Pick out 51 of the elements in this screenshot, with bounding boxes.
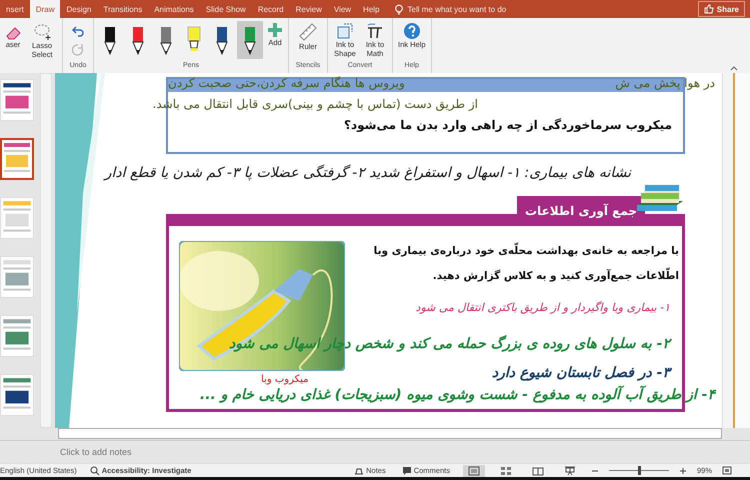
reading-view-icon <box>532 466 544 476</box>
view-button[interactable] <box>462 464 485 477</box>
ribbon-tab[interactable]: Draw <box>30 0 60 18</box>
share-button[interactable]: Share <box>698 1 745 17</box>
slide-thumbnail[interactable] <box>0 138 34 180</box>
undo-icon <box>72 24 84 37</box>
slider-thumb[interactable] <box>638 466 641 476</box>
pen-icon <box>214 25 230 55</box>
slide-text: در هوا پخش می ش <box>615 76 715 90</box>
search-field[interactable]: Tell me what you want to do <box>408 4 506 14</box>
pen-icon <box>130 25 146 55</box>
scrollbar[interactable] <box>58 428 722 440</box>
pen-icon <box>242 25 258 55</box>
ribbon-tab[interactable]: View <box>328 0 358 18</box>
normal-view-icon <box>468 466 480 476</box>
slide-sorter-icon <box>500 466 512 476</box>
ribbon-tab[interactable]: Record <box>252 0 290 18</box>
notes-placeholder: Click to add notes <box>60 446 132 457</box>
pen-icon <box>102 25 118 55</box>
zoom-in-icon[interactable] <box>678 466 687 475</box>
ink-annotation: نشانه های بیماری: ۱- اسهال و استفراغ شدید ۲- گرفتگی عضلات پا ۳- کم شدن یا قطع ادار <box>104 165 631 181</box>
ribbon-tab[interactable]: Animations <box>148 0 200 18</box>
thumbs-up-icon <box>704 4 714 14</box>
help-icon <box>402 22 421 40</box>
ribbon-tab[interactable]: nsert <box>0 0 30 18</box>
ink-annotation: ۴- از طریق آب آلوده به مدفوع - شست وشوی میوه (سبزیجات) غذای دریایی خام و ... <box>200 387 715 403</box>
pen-button[interactable] <box>237 21 263 59</box>
slideshow-icon <box>564 466 576 476</box>
plus-icon <box>267 22 283 38</box>
slide-text: ویروس ها هنگام سرفه کردن،حتی صحبت کردن <box>168 76 405 90</box>
ruler-icon <box>298 22 318 42</box>
lasso-icon <box>33 22 51 41</box>
notes-icon <box>354 466 364 476</box>
redo-icon <box>72 43 84 56</box>
collapse-icon[interactable] <box>730 65 738 71</box>
question-text: میکروب سرماخوردگی از چه راهی وارد بدن ما می‌شود؟ <box>344 118 672 132</box>
ribbon-tab[interactable]: Slide Show <box>200 0 252 18</box>
ribbon-tab[interactable]: Help <box>357 0 386 18</box>
ribbon-tab[interactable]: Transitions <box>97 0 148 18</box>
lightbulb-icon <box>394 4 404 14</box>
ink-annotation: ۱- بیماری وبا واگیردار و از طریق باکتری انتقال می شود <box>416 301 670 314</box>
pi-icon <box>366 22 384 40</box>
fit-slide-icon[interactable] <box>722 466 732 476</box>
ribbon-tab[interactable]: Design <box>60 0 98 18</box>
comment-icon <box>402 466 412 476</box>
accessibility-icon <box>90 466 100 476</box>
ribbon-tab[interactable]: Review <box>290 0 328 18</box>
ink-annotation: ۳- در فصل تابستان شیوع دارد <box>492 365 670 381</box>
pen-icon <box>158 25 174 55</box>
shape-icon <box>336 22 354 40</box>
ink-annotation: میکروب وبا <box>261 374 308 385</box>
